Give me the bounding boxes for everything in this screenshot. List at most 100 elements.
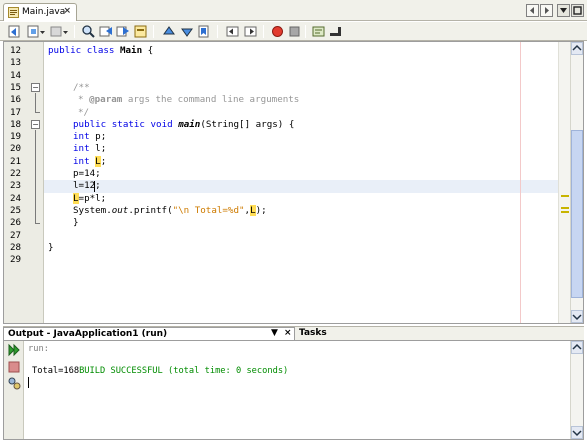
tab-output[interactable]: Output - JavaApplication1 (run) ▼ × (3, 327, 295, 341)
line-number: 29 (10, 254, 22, 266)
last-edit-icon[interactable] (26, 24, 41, 39)
fold-toggle-icon[interactable]: − (31, 83, 40, 92)
shift-left-icon[interactable] (225, 24, 240, 39)
find-previous-icon[interactable] (99, 24, 114, 39)
toolbar-separator (217, 25, 218, 38)
document-list-icon[interactable] (557, 4, 570, 17)
tab-close-icon[interactable]: × (63, 6, 71, 16)
tab-label: Main.java (22, 7, 66, 17)
toggle-highlight-icon[interactable] (133, 24, 148, 39)
close-icon[interactable]: × (284, 328, 292, 338)
code-line: L=p*l; (73, 192, 107, 204)
minimize-icon[interactable]: ▼ (271, 328, 278, 338)
scroll-down-icon[interactable] (571, 426, 583, 439)
line-number: 17 (10, 106, 22, 118)
line-number: 22 (10, 168, 22, 179)
shift-right-icon[interactable] (243, 24, 258, 39)
line-number: 19 (10, 131, 22, 143)
next-bookmark-icon[interactable] (179, 24, 194, 39)
console-caret (28, 377, 29, 388)
occurrence-mark[interactable] (561, 207, 569, 209)
fold-guide (35, 93, 36, 112)
editor-toolbar (0, 22, 587, 41)
toolbar-separator (263, 25, 264, 38)
output-result-line: Total=168BUILD SUCCESSFUL (total time: 0… (32, 366, 289, 376)
chevron-down-icon[interactable] (63, 24, 69, 39)
line-number: 24 (10, 192, 22, 204)
find-next-icon[interactable] (116, 24, 131, 39)
fold-toggle-icon[interactable]: − (31, 120, 40, 129)
line-number: 14 (10, 69, 22, 81)
code-line: p=14; (73, 168, 101, 179)
code-line: int p; (73, 131, 107, 143)
toolbar-separator (74, 25, 75, 38)
line-number: 27 (10, 229, 22, 241)
editor-tab-bar: Main.java × (0, 0, 587, 21)
line-number: 18 (10, 118, 22, 130)
output-console[interactable]: run: Total=168BUILD SUCCESSFUL (total ti… (26, 341, 570, 439)
fold-guide (35, 130, 36, 223)
java-file-icon (8, 7, 19, 18)
fold-guide (35, 112, 40, 113)
code-line: /** (73, 81, 90, 93)
line-number: 13 (10, 57, 22, 69)
code-line: * @param args the command line arguments (78, 94, 300, 106)
scrollbar-thumb[interactable] (571, 130, 583, 298)
code-line: } (48, 241, 54, 253)
line-number: 23 (10, 180, 22, 192)
toolbar-separator (153, 25, 154, 38)
line-number: 20 (10, 143, 22, 155)
line-number: 21 (10, 155, 22, 167)
code-line: int L; (73, 155, 107, 167)
chevron-down-icon[interactable] (40, 24, 46, 39)
code-line: int l; (73, 143, 107, 155)
line-number: 26 (10, 217, 22, 229)
editor-vertical-scrollbar[interactable] (570, 42, 583, 323)
scroll-right-icon[interactable] (540, 4, 553, 17)
forward-source-icon[interactable] (49, 24, 64, 39)
previous-bookmark-icon[interactable] (161, 24, 176, 39)
code-line: } (73, 217, 79, 229)
output-actions (4, 341, 24, 439)
maximize-window-icon[interactable] (571, 4, 584, 17)
stop-icon[interactable] (7, 360, 21, 374)
code-line: l=12; (73, 180, 101, 192)
line-number: 16 (10, 94, 22, 106)
occurrence-mark[interactable] (561, 195, 569, 197)
code-text[interactable]: public class Main { /** * @param args th… (44, 42, 560, 323)
toolbar-separator (305, 25, 306, 38)
tab-tasks[interactable]: Tasks (299, 328, 327, 338)
output-vertical-scrollbar[interactable] (570, 341, 583, 439)
scroll-left-icon[interactable] (526, 4, 539, 17)
output-run-label: run: (28, 344, 49, 354)
settings-icon[interactable] (7, 376, 21, 390)
comment-icon[interactable] (311, 24, 326, 39)
text-caret (94, 180, 95, 192)
fold-guide (35, 223, 40, 224)
code-line: */ (78, 106, 90, 118)
scroll-down-icon[interactable] (571, 310, 583, 323)
find-icon[interactable] (81, 24, 96, 39)
toggle-bookmark-icon[interactable] (196, 24, 211, 39)
start-macro-icon[interactable] (270, 24, 285, 39)
error-stripe[interactable] (558, 42, 570, 323)
uncomment-icon[interactable] (328, 24, 343, 39)
scroll-up-icon[interactable] (571, 42, 583, 55)
line-number: 15 (10, 81, 22, 93)
code-editor[interactable]: 12 13 14 15 16 17 18 19 20 21 22 23 24 2… (3, 41, 584, 324)
output-panel-header: Output - JavaApplication1 (run) ▼ × Task… (3, 326, 584, 341)
line-number: 12 (10, 45, 22, 56)
occurrence-mark[interactable] (561, 211, 569, 213)
tab-main-java[interactable]: Main.java × (3, 3, 77, 21)
output-panel: run: Total=168BUILD SUCCESSFUL (total ti… (3, 340, 584, 440)
back-source-icon[interactable] (7, 24, 22, 39)
output-tab-label: Output - JavaApplication1 (run) (8, 329, 168, 339)
line-number: 25 (10, 204, 22, 216)
scroll-up-icon[interactable] (571, 341, 583, 354)
stop-macro-icon[interactable] (287, 24, 302, 39)
code-line: public static void main(String[] args) { (73, 118, 295, 130)
rerun-icon[interactable] (7, 343, 21, 357)
code-line: public class Main { (48, 45, 154, 56)
window-controls (525, 4, 584, 18)
line-number: 28 (10, 241, 22, 253)
